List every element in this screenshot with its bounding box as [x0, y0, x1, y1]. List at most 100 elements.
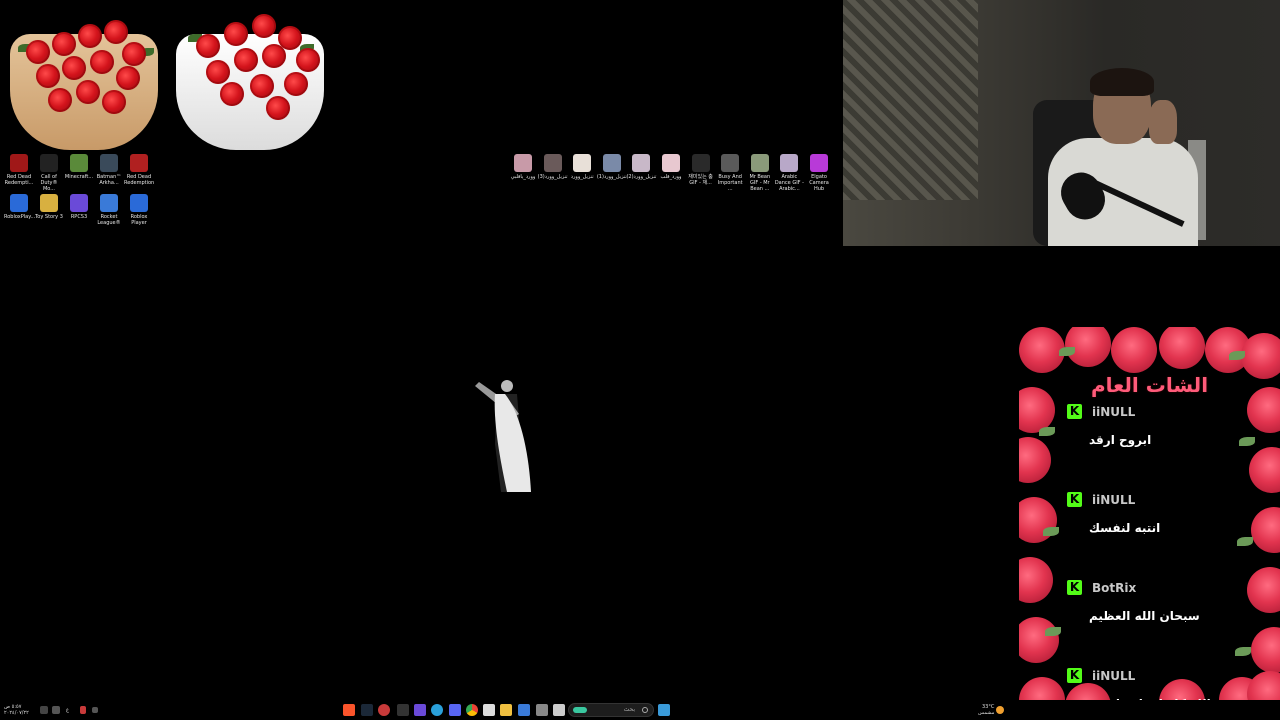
app-icon [543, 154, 562, 172]
chat-message-text: انتبه لنفسك [1089, 521, 1161, 535]
start-icon[interactable] [658, 704, 670, 716]
kick-icon: K [1067, 492, 1082, 507]
left-desktop-icon[interactable]: Rocket League® [94, 194, 124, 226]
top-desktop-icon[interactable]: وورد_قلب [656, 154, 686, 180]
brave-browser-icon[interactable] [343, 704, 355, 716]
desktop-icon-label: Minecraft... [64, 174, 94, 180]
chat-user-row: K BotRix [1067, 580, 1247, 595]
frame-rose [1019, 557, 1053, 603]
chrome-icon[interactable] [466, 704, 478, 716]
discord-icon[interactable] [449, 704, 461, 716]
desktop-icon-label: 재미있는 춤 GIF - 재... [688, 174, 713, 186]
rose-bouquet-image-left [0, 4, 168, 150]
steam-icon[interactable] [361, 704, 373, 716]
left-desktop-icon[interactable]: Roblox Player [124, 194, 154, 226]
app-icon [40, 154, 58, 172]
desktop-icon-label: Toy Story 3 [35, 214, 63, 220]
volume-icon[interactable] [52, 706, 60, 714]
app-purple-icon[interactable] [414, 704, 426, 716]
clock-date[interactable]: ٢٠٢٤/٠٧/٢٢ [4, 710, 29, 716]
frame-leaf [1235, 647, 1251, 656]
curtain [843, 0, 978, 200]
kick-icon: K [1067, 580, 1082, 595]
top-desktop-icon[interactable]: وورد_ياقلبي [508, 154, 538, 180]
notification-icon[interactable] [40, 706, 48, 714]
chat-username: iiNULL [1092, 668, 1136, 683]
frame-rose [1159, 327, 1205, 369]
top-desktop-icon[interactable]: تنزيل_وورد [567, 154, 597, 180]
top-desktop-icon[interactable]: Mr Bean GIF - Mr Bean ... [745, 154, 775, 192]
frame-rose [1111, 327, 1157, 373]
app-icon [602, 154, 621, 172]
file-explorer-icon[interactable] [500, 704, 512, 716]
top-desktop-icon[interactable]: (2)تنزيل_وورد [626, 154, 656, 180]
frame-rose [1241, 333, 1280, 379]
top-desktop-icon[interactable]: 재미있는 춤 GIF - 재... [686, 154, 716, 186]
app-icon [10, 154, 28, 172]
app-gray-icon[interactable] [536, 704, 548, 716]
rose-bouquet-image-right [166, 4, 334, 150]
store-icon[interactable] [483, 704, 495, 716]
left-desktop-icon[interactable]: Toy Story 3 [34, 194, 64, 220]
top-desktop-icon[interactable]: Busy And Important ... [715, 154, 745, 192]
top-desktop-icon[interactable]: Elgato Camera Hub [804, 154, 834, 192]
left-desktop-icon[interactable]: Batman™ Arkha... [94, 154, 124, 186]
search-placeholder: بحث [623, 706, 635, 713]
left-desktop-icon[interactable]: RobloxPlay... [4, 194, 36, 220]
chevron-up-icon[interactable] [92, 707, 98, 713]
desktop-icon-label: Call of Duty® Mo... [40, 174, 58, 192]
left-desktop-icon[interactable]: Minecraft... [64, 154, 94, 180]
app-white-icon[interactable] [553, 704, 565, 716]
desktop-icon-label: Arabic Dance GIF - Arabic... [774, 174, 804, 192]
app-icon [721, 154, 740, 172]
search-icon [642, 707, 648, 713]
weather-desc[interactable]: مشمس [978, 710, 994, 716]
copilot-icon [573, 707, 587, 713]
taskbar: ٥:٥٧ ص ٢٠٢٤/٠٧/٢٢ ع بحث 33°C مشمس [0, 700, 1280, 720]
chat-message: K BotRix سبحان الله العظيم [1067, 580, 1247, 623]
desktop-icon-label: RobloxPlay... [4, 214, 36, 220]
left-desktop-icon[interactable]: Call of Duty® Mo... [34, 154, 64, 192]
chat-username: iiNULL [1092, 404, 1136, 419]
microphone-tray-icon[interactable] [80, 706, 86, 714]
app-icon [70, 154, 88, 172]
webcam-feed [843, 0, 1280, 246]
frame-rose [1019, 617, 1059, 663]
top-desktop-icon[interactable]: (1)تنزيل_وورد [597, 154, 627, 180]
telegram-icon[interactable] [431, 704, 443, 716]
left-desktop-icon[interactable]: RPCS3 [64, 194, 94, 220]
app-icon [100, 194, 118, 212]
left-desktop-icon[interactable]: Red Dead Redempti... [4, 154, 34, 186]
desktop-icon-label: Batman™ Arkha... [96, 174, 122, 186]
streamer-hand [1149, 100, 1177, 144]
top-desktop-icon[interactable]: Arabic Dance GIF - Arabic... [774, 154, 804, 192]
language-indicator[interactable]: ع [66, 707, 69, 713]
left-desktop-icon[interactable]: Red Dead Redemption [124, 154, 154, 186]
streamer-hair [1090, 68, 1154, 96]
desktop-icon-label: (2)تنزيل_وورد [626, 174, 657, 180]
desktop-icon-label: Rocket League® [97, 214, 121, 226]
frame-leaf [1059, 347, 1075, 356]
chat-user-row: KiiNULL [1067, 404, 1247, 419]
chat-username: BotRix [1092, 580, 1137, 595]
chat-overlay: الشات العام KiiNULL ابروح ارقد KiiNULL انتب… [1019, 327, 1280, 720]
chat-title: الشات العام [1090, 373, 1209, 397]
sun-icon[interactable] [996, 706, 1004, 714]
app-dark-icon[interactable] [397, 704, 409, 716]
app-icon [750, 154, 769, 172]
desktop-icon-label: Elgato Camera Hub [809, 174, 829, 192]
app-icon [100, 154, 118, 172]
app-icon [70, 194, 88, 212]
taskbar-search[interactable]: بحث [568, 703, 654, 717]
app-blue-icon[interactable] [518, 704, 530, 716]
app-icon [10, 194, 28, 212]
app-red-circle-icon[interactable] [378, 704, 390, 716]
top-desktop-icon[interactable]: (3)تنزيل_وورد [538, 154, 568, 180]
frame-rose [1249, 447, 1280, 493]
chat-message-text: سبحان الله العظيم [1089, 609, 1200, 623]
frame-leaf [1043, 527, 1059, 536]
frame-rose [1019, 497, 1057, 543]
dancer-gif [471, 374, 533, 492]
app-icon [573, 154, 592, 172]
desktop-icon-label: Red Dead Redemption [124, 174, 155, 186]
